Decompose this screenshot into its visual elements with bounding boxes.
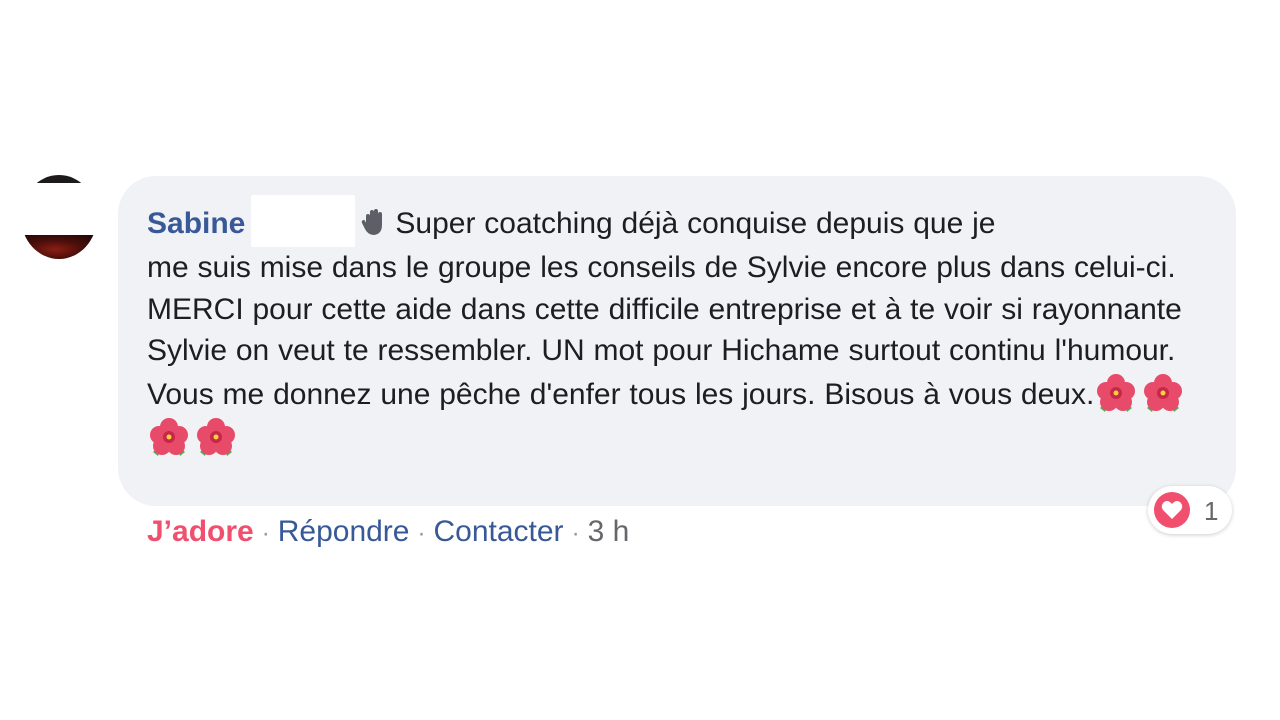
separator: ·: [417, 520, 426, 547]
separator: ·: [571, 520, 580, 547]
separator: ·: [261, 520, 270, 547]
reaction-count: 1: [1204, 496, 1219, 526]
timestamp[interactable]: 3 h: [588, 515, 630, 548]
comment-text-line1: Super coatching déjà conquise depuis que…: [395, 207, 996, 240]
hibiscus-icon: [1141, 372, 1185, 416]
love-button[interactable]: J’adore: [147, 515, 254, 548]
waving-hand-icon: [359, 207, 389, 237]
avatar-hair: [35, 175, 83, 183]
contact-button[interactable]: Contacter: [433, 515, 563, 548]
hibiscus-icon: [147, 416, 191, 460]
avatar-photo: [21, 235, 97, 259]
reply-button[interactable]: Répondre: [278, 515, 410, 548]
redacted-surname: [251, 195, 356, 247]
comment-text-rest: me suis mise dans le groupe les conseils…: [147, 251, 1182, 411]
heart-icon: [1154, 492, 1190, 528]
avatar[interactable]: [21, 175, 97, 259]
comment-actions: J’adore · Répondre · Contacter · 3 h: [147, 512, 629, 554]
author-name[interactable]: Sabine: [147, 207, 245, 240]
reaction-summary[interactable]: 1: [1148, 486, 1232, 534]
comment-body: Sabine Super coatching déjà conquise depu…: [147, 195, 1227, 460]
hibiscus-icon: [194, 416, 238, 460]
hibiscus-icon: [1094, 372, 1138, 416]
